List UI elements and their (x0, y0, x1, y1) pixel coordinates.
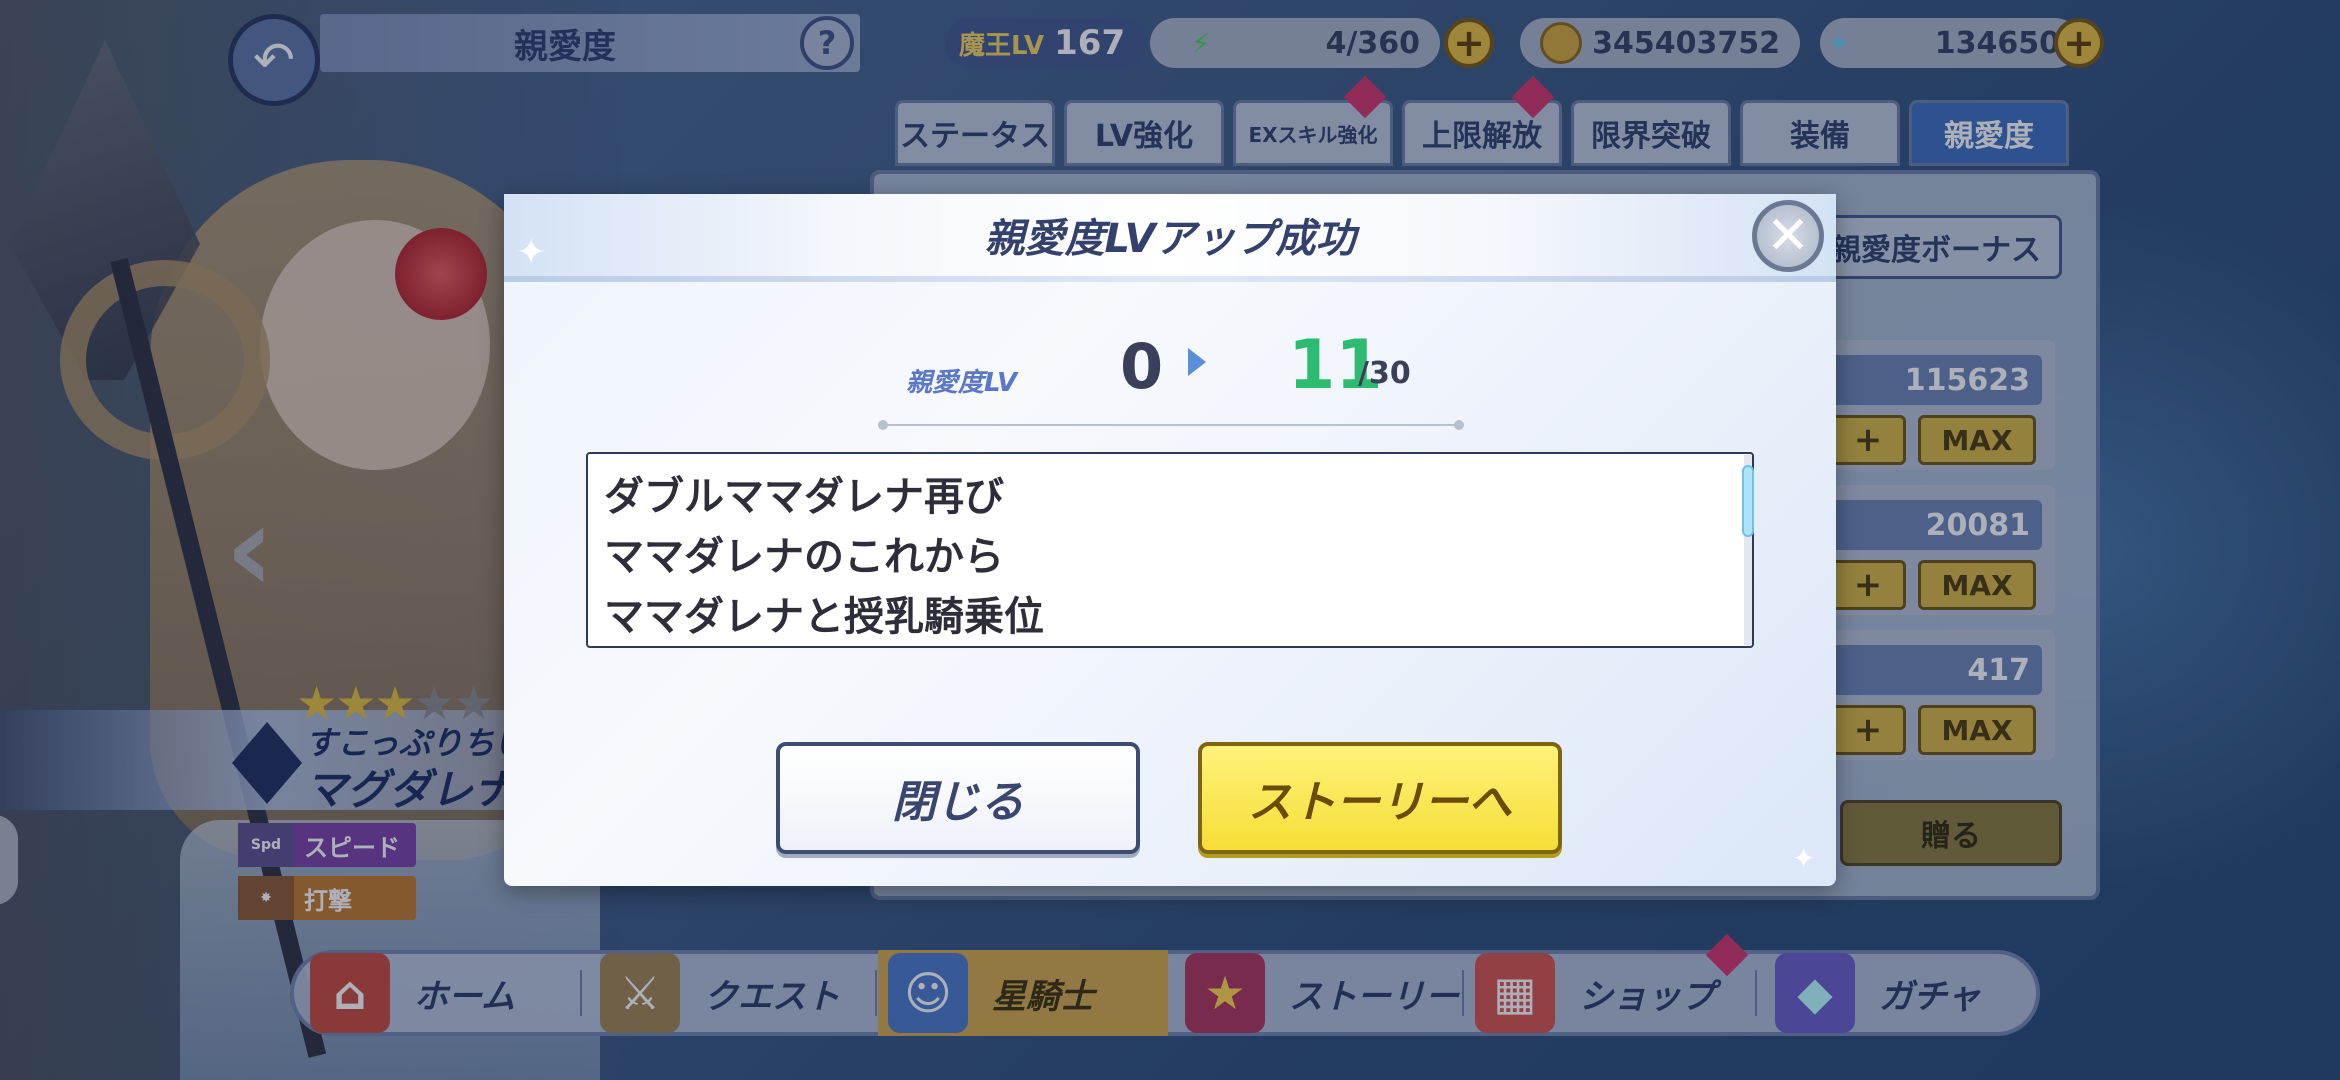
arrow-right-icon (1188, 348, 1206, 376)
story-list-item: ママダレナのこれから (604, 534, 1004, 580)
divider-dot (878, 420, 888, 430)
close-icon: ✕ (1766, 206, 1810, 266)
story-list-item: ダブルママダレナ再び (604, 474, 1004, 520)
affection-lv-label: 親愛度LV (906, 368, 1018, 398)
sparkle-icon: ✦ (1792, 842, 1816, 875)
dialog-close-button[interactable]: ✕ (1752, 200, 1824, 272)
scrollbar-thumb[interactable] (1742, 465, 1754, 537)
go-to-story-button[interactable]: ストーリーへ (1198, 742, 1562, 854)
level-divider (882, 424, 1460, 426)
divider-dot (1454, 420, 1464, 430)
sparkle-icon: ✦ (516, 232, 547, 273)
dialog-header-divider (504, 276, 1836, 282)
affection-lv-old: 0 (1120, 330, 1164, 403)
dialog-title: 親愛度LVアップ成功 (984, 216, 1356, 262)
affection-lv-max: /30 (1358, 356, 1411, 391)
close-button[interactable]: 閉じる (776, 742, 1140, 854)
story-list-item: ママダレナと授乳騎乗位 (604, 594, 1044, 640)
